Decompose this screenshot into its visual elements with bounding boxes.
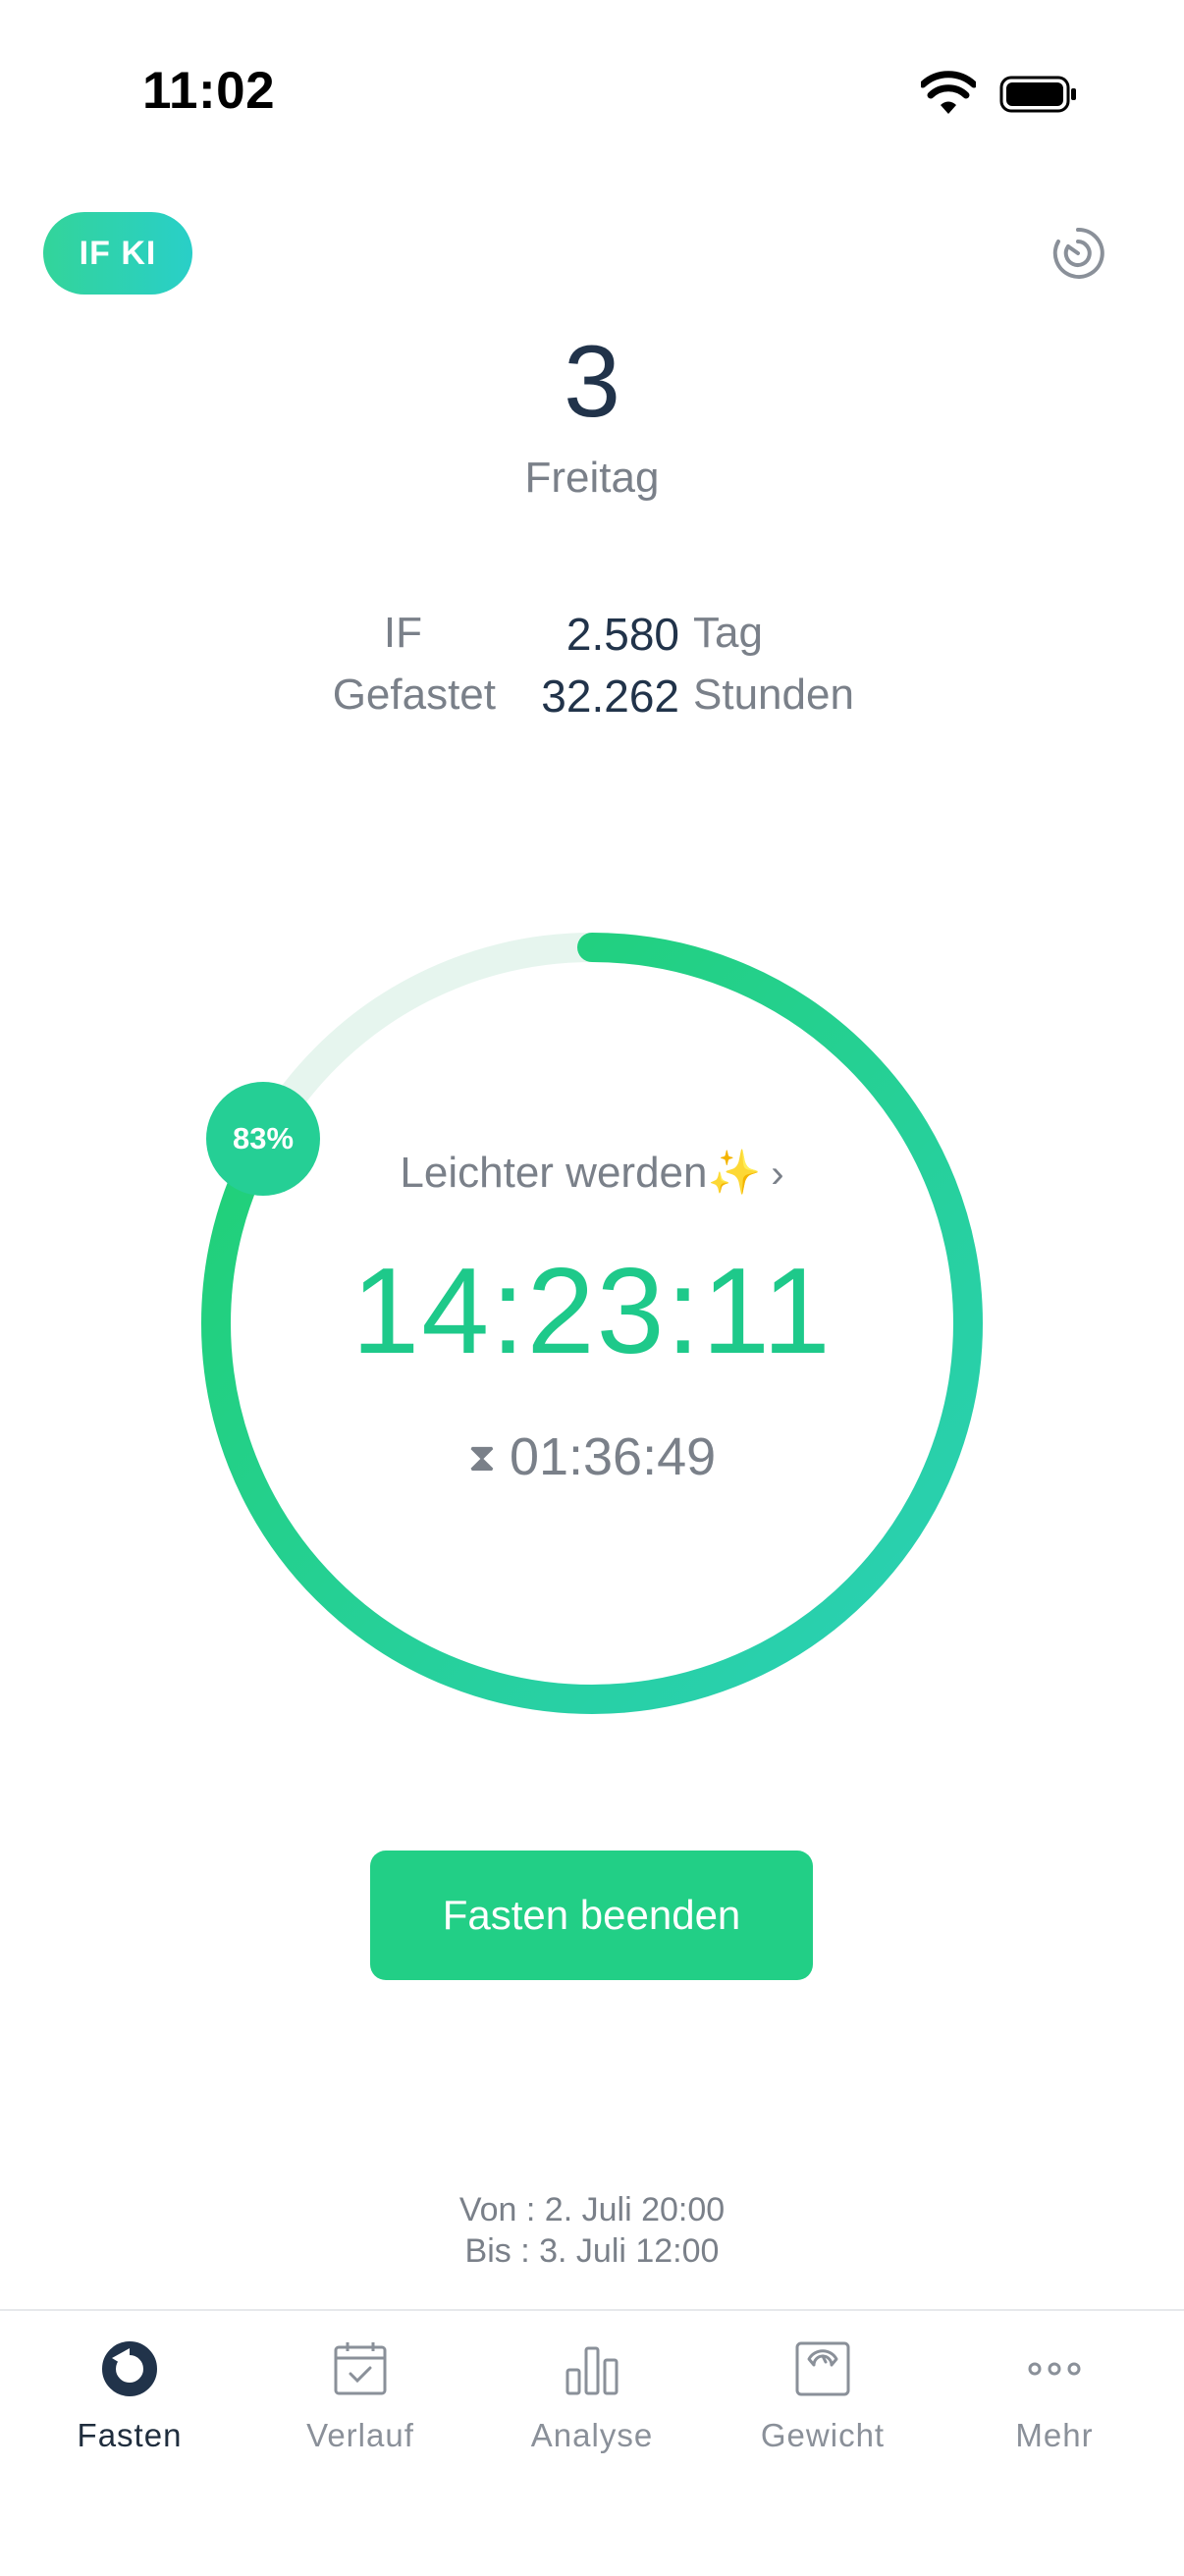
fasting-phase-link[interactable]: Leichter werden✨ ›: [0, 1147, 1184, 1198]
tab-label: Mehr: [1015, 2417, 1094, 2453]
calendar-check-icon: [334, 2342, 387, 2395]
history-reset-icon[interactable]: [1047, 222, 1109, 285]
bar-chart-icon: [565, 2346, 619, 2395]
end-fast-button[interactable]: Fasten beenden: [370, 1851, 813, 1980]
battery-icon: [999, 76, 1076, 113]
tab-fasten[interactable]: Fasten: [31, 2327, 228, 2474]
remaining-time: 01:36:49: [509, 1427, 717, 1486]
status-time: 11:02: [142, 62, 276, 120]
stat-label-if: IF: [383, 609, 422, 657]
remaining-timer: ⧗ 01:36:49: [0, 1426, 1184, 1487]
fast-end-time: Bis : 3. Juli 12:00: [464, 2232, 720, 2270]
hourglass-icon: ⧗: [467, 1436, 496, 1479]
fasting-ring-icon: [102, 2341, 157, 2396]
tab-label: Analyse: [530, 2417, 654, 2453]
day-name: Freitag: [524, 454, 660, 502]
elapsed-timer: 14:23:11: [351, 1244, 833, 1379]
tab-label: Gewicht: [760, 2417, 886, 2453]
day-number: 3: [564, 325, 620, 439]
stat-unit-fasted: Stunden: [693, 671, 854, 719]
more-dots-icon: [1028, 2362, 1081, 2376]
tab-analyse[interactable]: Analyse: [494, 2327, 690, 2474]
tab-label: Fasten: [77, 2417, 183, 2453]
stat-value-fasted: 32.262: [541, 671, 679, 722]
tab-label: Verlauf: [306, 2417, 414, 2453]
scale-icon: [795, 2341, 850, 2396]
chevron-right-icon: ›: [771, 1153, 784, 1196]
stat-unit-if: Tag: [693, 609, 763, 657]
tab-mehr[interactable]: Mehr: [956, 2327, 1153, 2474]
tab-verlauf[interactable]: Verlauf: [262, 2327, 458, 2474]
stat-value-if: 2.580: [565, 609, 679, 660]
fast-start-time: Von : 2. Juli 20:00: [458, 2191, 726, 2228]
tab-gewicht[interactable]: Gewicht: [725, 2327, 921, 2474]
ai-coach-badge[interactable]: IF KI: [43, 212, 192, 295]
phase-label: Leichter werden✨: [400, 1149, 762, 1197]
wifi-icon: [921, 71, 976, 114]
